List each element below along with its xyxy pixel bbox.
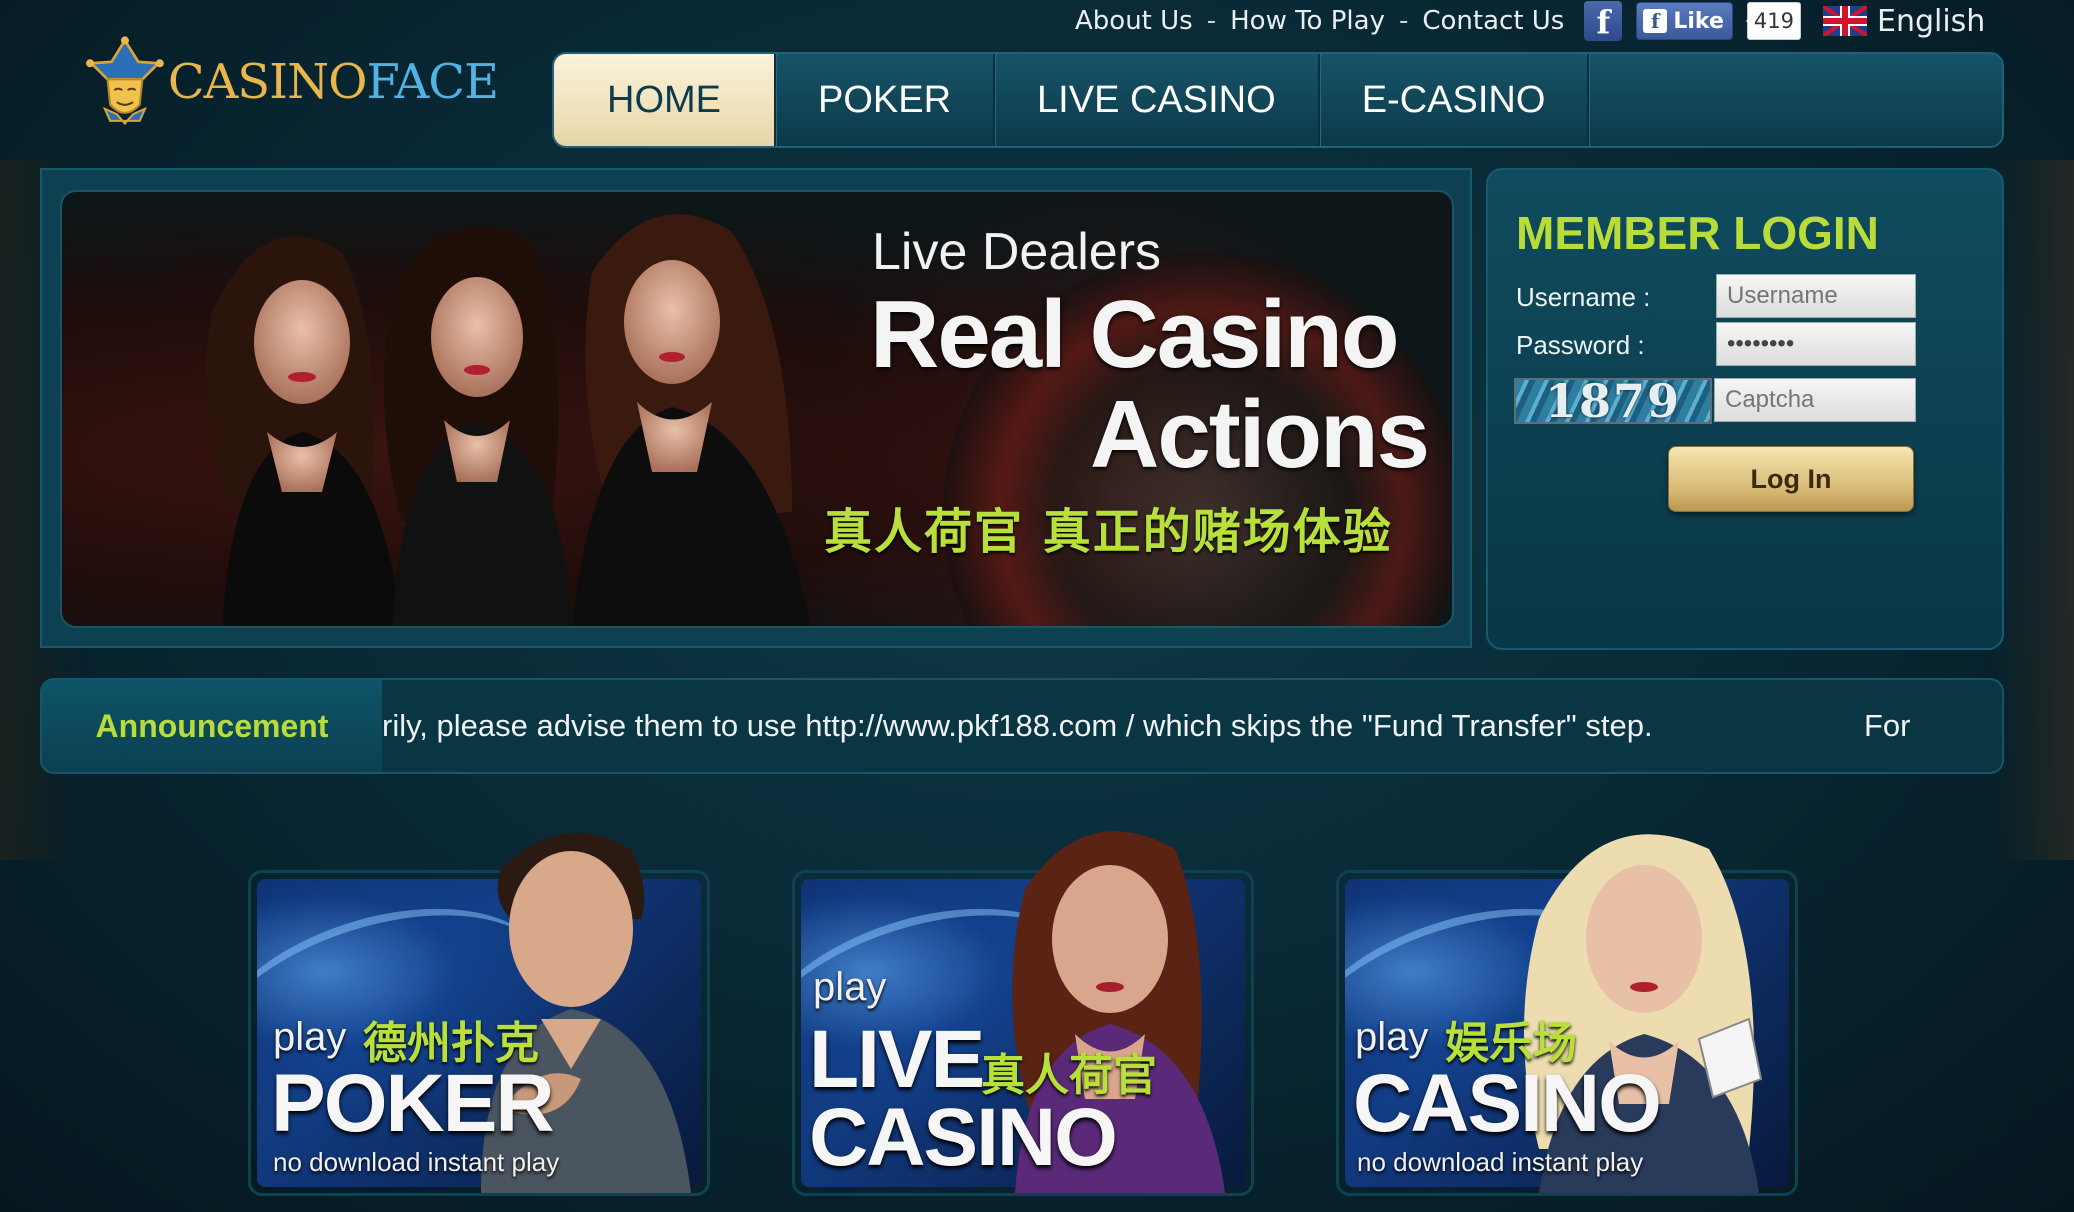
nav-home[interactable]: HOME — [554, 54, 776, 146]
banner-headline-line2: Actions — [1090, 381, 1430, 488]
nav-poker[interactable]: POKER — [776, 54, 996, 146]
side-decor-right — [1994, 160, 2074, 860]
nav-live-casino[interactable]: LIVE CASINO — [995, 54, 1320, 146]
language-label: English — [1876, 3, 1986, 39]
casino-tile-title: CASINO — [1353, 1058, 1662, 1149]
banner-headline-small: Live Dealers — [872, 223, 1162, 281]
casino-tile-subtitle: no download instant play — [1357, 1147, 1644, 1177]
casino-tile-play: play — [1355, 1015, 1429, 1059]
username-label: Username : — [1516, 282, 1651, 312]
captcha-image: 1879 — [1514, 378, 1712, 424]
login-button[interactable]: Log In — [1668, 446, 1914, 512]
captcha-input[interactable] — [1714, 378, 1916, 422]
logo-wordmark: CASINOFACE — [167, 54, 499, 110]
member-login-panel: MEMBER LOGIN Username : Password : 1879 … — [1486, 168, 2004, 650]
announcement-marquee-next: For — [1864, 708, 1911, 743]
announcement-label: Announcement — [42, 680, 382, 772]
facebook-icon[interactable]: f — [1584, 1, 1623, 41]
username-input[interactable] — [1716, 274, 1916, 318]
facebook-like-label: Like — [1673, 8, 1724, 34]
how-to-play-link[interactable]: How To Play — [1230, 6, 1385, 36]
poker-tile-subtitle: no download instant play — [273, 1147, 560, 1177]
facebook-like-count: 419 — [1745, 2, 1801, 40]
link-separator: - — [1206, 6, 1217, 36]
live-casino-tile-play: play — [813, 965, 887, 1009]
live-dealers-image — [205, 214, 812, 626]
announcement-bar: Announcement rily, please advise them to… — [40, 678, 2004, 774]
poker-tile-title: POKER — [271, 1058, 555, 1149]
logo-word-face: FACE — [366, 54, 499, 110]
password-input[interactable] — [1716, 322, 1916, 366]
announcement-marquee-text: rily, please advise them to use http://w… — [382, 708, 1653, 743]
poker-tile-play: play — [273, 1015, 347, 1059]
casino-tile[interactable]: play 娱乐场 CASINO no download instant play — [1336, 834, 1798, 1196]
about-us-link[interactable]: About Us — [1075, 6, 1193, 36]
live-casino-tile-title-casino: CASINO — [809, 1092, 1118, 1183]
facebook-logo-icon: f — [1643, 9, 1668, 33]
poker-tile[interactable]: play 德州扑克 POKER no download instant play — [248, 833, 710, 1196]
banner-panel: Live Dealers Real Casino Actions 真人荷官 真正… — [40, 168, 1472, 648]
link-separator: - — [1398, 6, 1409, 36]
main-nav: HOME POKER LIVE CASINO E-CASINO — [552, 52, 2004, 148]
banner-headline-line1: Real Casino — [870, 281, 1400, 388]
hero-banner[interactable]: Live Dealers Real Casino Actions 真人荷官 真正… — [60, 190, 1454, 628]
login-title: MEMBER LOGIN — [1516, 207, 1879, 259]
casinoface-logo[interactable]: CASINOFACE — [78, 12, 499, 152]
nav-e-casino[interactable]: E-CASINO — [1320, 54, 1590, 146]
language-selector[interactable]: English — [1822, 3, 1986, 39]
top-links-bar: About Us - How To Play - Contact Us f f … — [1075, 0, 1985, 42]
jester-logo-icon — [86, 36, 164, 126]
password-label: Password : — [1516, 330, 1645, 360]
live-casino-tile[interactable]: play LIVE 真人荷官 CASINO — [792, 831, 1254, 1196]
contact-us-link[interactable]: Contact Us — [1422, 6, 1564, 36]
facebook-like-button[interactable]: f Like — [1636, 2, 1733, 40]
uk-flag-icon — [1822, 6, 1867, 36]
logo-word-casino: CASINO — [167, 54, 368, 110]
banner-chinese-tagline: 真人荷官 真正的赌场体验 — [824, 504, 1393, 560]
